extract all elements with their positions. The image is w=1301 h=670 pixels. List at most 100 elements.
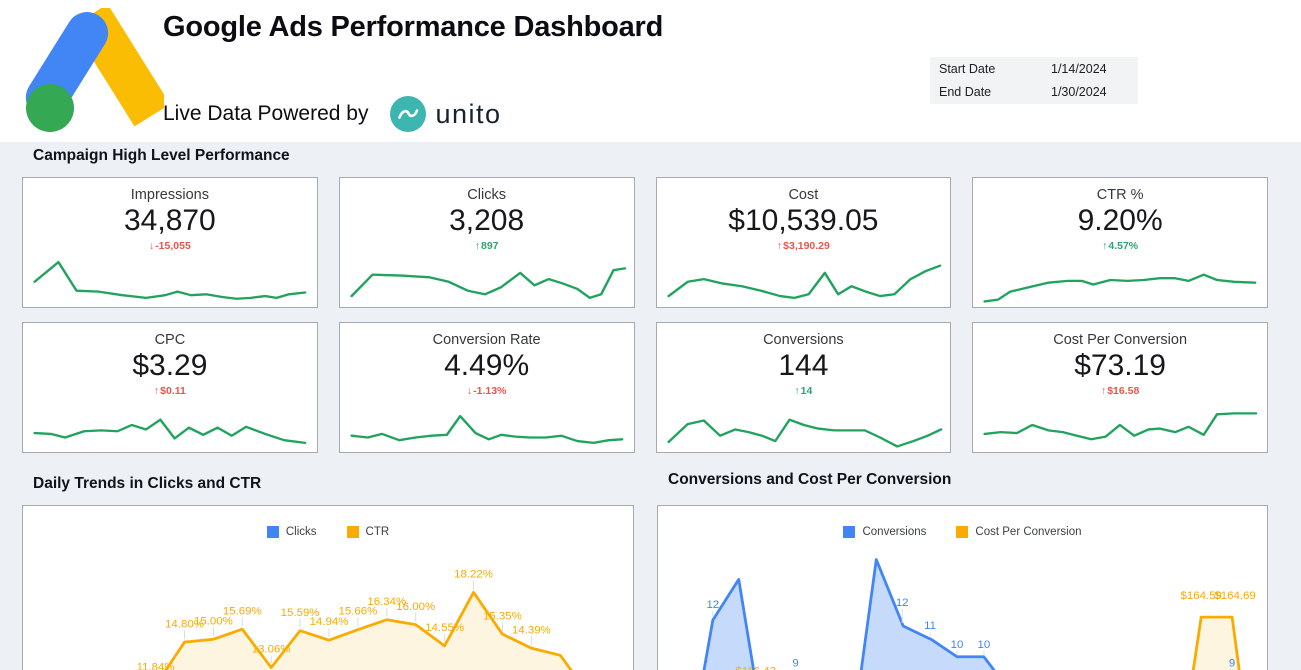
end-date-row: End Date 1/30/2024: [930, 80, 1138, 103]
svg-text:11.84%: 11.84%: [137, 661, 175, 670]
svg-text:14.55%: 14.55%: [425, 622, 464, 634]
kpi-delta: ↑$0.11: [23, 385, 317, 397]
powered-by-text: Live Data Powered by: [163, 102, 368, 126]
date-range-panel[interactable]: Start Date 1/14/2024 End Date 1/30/2024: [930, 57, 1138, 104]
start-date-value[interactable]: 1/14/2024: [1051, 62, 1107, 76]
delta-text: $16.58: [1107, 385, 1139, 397]
legend-item-ctr[interactable]: CTR: [347, 526, 390, 538]
svg-text:12: 12: [706, 599, 719, 611]
delta-arrow-icon: ↓: [149, 240, 154, 252]
delta-arrow-icon: ↑: [1102, 240, 1107, 252]
kpi-title: CTR %: [973, 187, 1267, 203]
legend-swatch-conversions: [843, 526, 855, 538]
kpi-card-conversion-rate: Conversion Rate 4.49% ↓-1.13%: [339, 322, 635, 453]
delta-text: 4.57%: [1108, 240, 1138, 252]
kpi-grid: Impressions 34,870 ↓-15,055 Clicks 3,208…: [22, 177, 1268, 453]
delta-arrow-icon: ↓: [467, 385, 472, 397]
svg-text:14.94%: 14.94%: [310, 616, 349, 628]
svg-text:9: 9: [1229, 658, 1235, 670]
kpi-delta: ↓-1.13%: [340, 385, 634, 397]
header: Google Ads Performance Dashboard Live Da…: [0, 0, 1301, 142]
delta-arrow-icon: ↑: [777, 240, 782, 252]
powered-by-row: Live Data Powered by unito: [163, 96, 502, 132]
kpi-delta: ↑897: [340, 240, 634, 252]
legend-swatch-ctr: [347, 526, 359, 538]
delta-text: 897: [481, 240, 499, 252]
svg-text:15.69%: 15.69%: [223, 605, 262, 617]
kpi-title: Cost: [657, 187, 951, 203]
unito-icon: [390, 96, 426, 132]
sparkline-chart: [27, 400, 313, 450]
sparkline-chart: [977, 400, 1263, 450]
end-date-value[interactable]: 1/30/2024: [1051, 85, 1107, 99]
kpi-card-cost: Cost $10,539.05 ↑$3,190.29: [656, 177, 952, 308]
kpi-delta: ↑14: [657, 385, 951, 397]
end-date-label: End Date: [930, 85, 1051, 99]
svg-text:18.22%: 18.22%: [454, 568, 493, 580]
kpi-card-conversions: Conversions 144 ↑14: [656, 322, 952, 453]
unito-logo: unito: [390, 96, 501, 132]
svg-text:12: 12: [896, 597, 909, 609]
kpi-title: Impressions: [23, 187, 317, 203]
kpi-value: 4.49%: [340, 349, 634, 383]
svg-text:10: 10: [978, 639, 991, 651]
chart-legend: Conversions Cost Per Conversion: [658, 526, 1267, 538]
kpi-value: $73.19: [973, 349, 1267, 383]
delta-arrow-icon: ↑: [1101, 385, 1106, 397]
svg-text:14.39%: 14.39%: [512, 624, 551, 636]
legend-swatch-clicks: [267, 526, 279, 538]
legend-label: Conversions: [862, 526, 926, 538]
legend-item-clicks[interactable]: Clicks: [267, 526, 317, 538]
dashboard-page: Google Ads Performance Dashboard Live Da…: [0, 0, 1301, 670]
kpi-value: $10,539.05: [657, 204, 951, 238]
chart-title-clicks-ctr: Daily Trends in Clicks and CTR: [33, 475, 261, 493]
kpi-title: Cost Per Conversion: [973, 332, 1267, 348]
svg-text:$164.69: $164.69: [1214, 590, 1255, 602]
sparkline-chart: [344, 400, 630, 450]
kpi-value: 9.20%: [973, 204, 1267, 238]
kpi-delta: ↑$3,190.29: [657, 240, 951, 252]
chart-panel-conversions: Conversions Cost Per Conversion 12 $116.4…: [657, 505, 1268, 670]
kpi-card-clicks: Clicks 3,208 ↑897: [339, 177, 635, 308]
delta-arrow-icon: ↑: [794, 385, 799, 397]
chart-panel-clicks-ctr: Clicks CTR 11.84%14.80%15.00%15.69%13.06…: [22, 505, 634, 670]
kpi-card-impressions: Impressions 34,870 ↓-15,055: [22, 177, 318, 308]
kpi-value: $3.29: [23, 349, 317, 383]
section-title: Campaign High Level Performance: [33, 147, 290, 165]
legend-swatch-cost-per-conversion: [956, 526, 968, 538]
kpi-title: Conversions: [657, 332, 951, 348]
svg-text:10: 10: [951, 639, 964, 651]
sparkline-chart: [27, 255, 313, 305]
kpi-card-cpc: CPC $3.29 ↑$0.11: [22, 322, 318, 453]
kpi-card-cost-per-conversion: Cost Per Conversion $73.19 ↑$16.58: [972, 322, 1268, 453]
google-ads-logo-icon: [14, 8, 164, 138]
kpi-delta: ↑4.57%: [973, 240, 1267, 252]
kpi-title: Clicks: [340, 187, 634, 203]
svg-text:16.00%: 16.00%: [396, 601, 435, 613]
legend-label: Clicks: [286, 526, 317, 538]
legend-label: Cost Per Conversion: [975, 526, 1081, 538]
sparkline-chart: [661, 255, 947, 305]
legend-label: CTR: [366, 526, 390, 538]
kpi-value: 144: [657, 349, 951, 383]
sparkline-chart: [344, 255, 630, 305]
svg-text:9: 9: [792, 658, 798, 670]
unito-wordmark: unito: [435, 99, 501, 130]
legend-item-conversions[interactable]: Conversions: [843, 526, 926, 538]
svg-text:$116.43: $116.43: [735, 666, 776, 670]
chart-legend: Clicks CTR: [23, 526, 633, 538]
kpi-value: 34,870: [23, 204, 317, 238]
svg-text:13.06%: 13.06%: [252, 644, 291, 656]
start-date-label: Start Date: [930, 62, 1051, 76]
delta-arrow-icon: ↑: [154, 385, 159, 397]
kpi-delta: ↓-15,055: [23, 240, 317, 252]
sparkline-chart: [661, 400, 947, 450]
delta-text: $0.11: [160, 385, 186, 397]
legend-item-cost-per-conversion[interactable]: Cost Per Conversion: [956, 526, 1081, 538]
chart-title-conversions: Conversions and Cost Per Conversion: [668, 471, 951, 489]
kpi-card-ctr: CTR % 9.20% ↑4.57%: [972, 177, 1268, 308]
svg-text:15.35%: 15.35%: [483, 610, 522, 622]
kpi-title: Conversion Rate: [340, 332, 634, 348]
kpi-title: CPC: [23, 332, 317, 348]
page-title: Google Ads Performance Dashboard: [163, 11, 663, 44]
